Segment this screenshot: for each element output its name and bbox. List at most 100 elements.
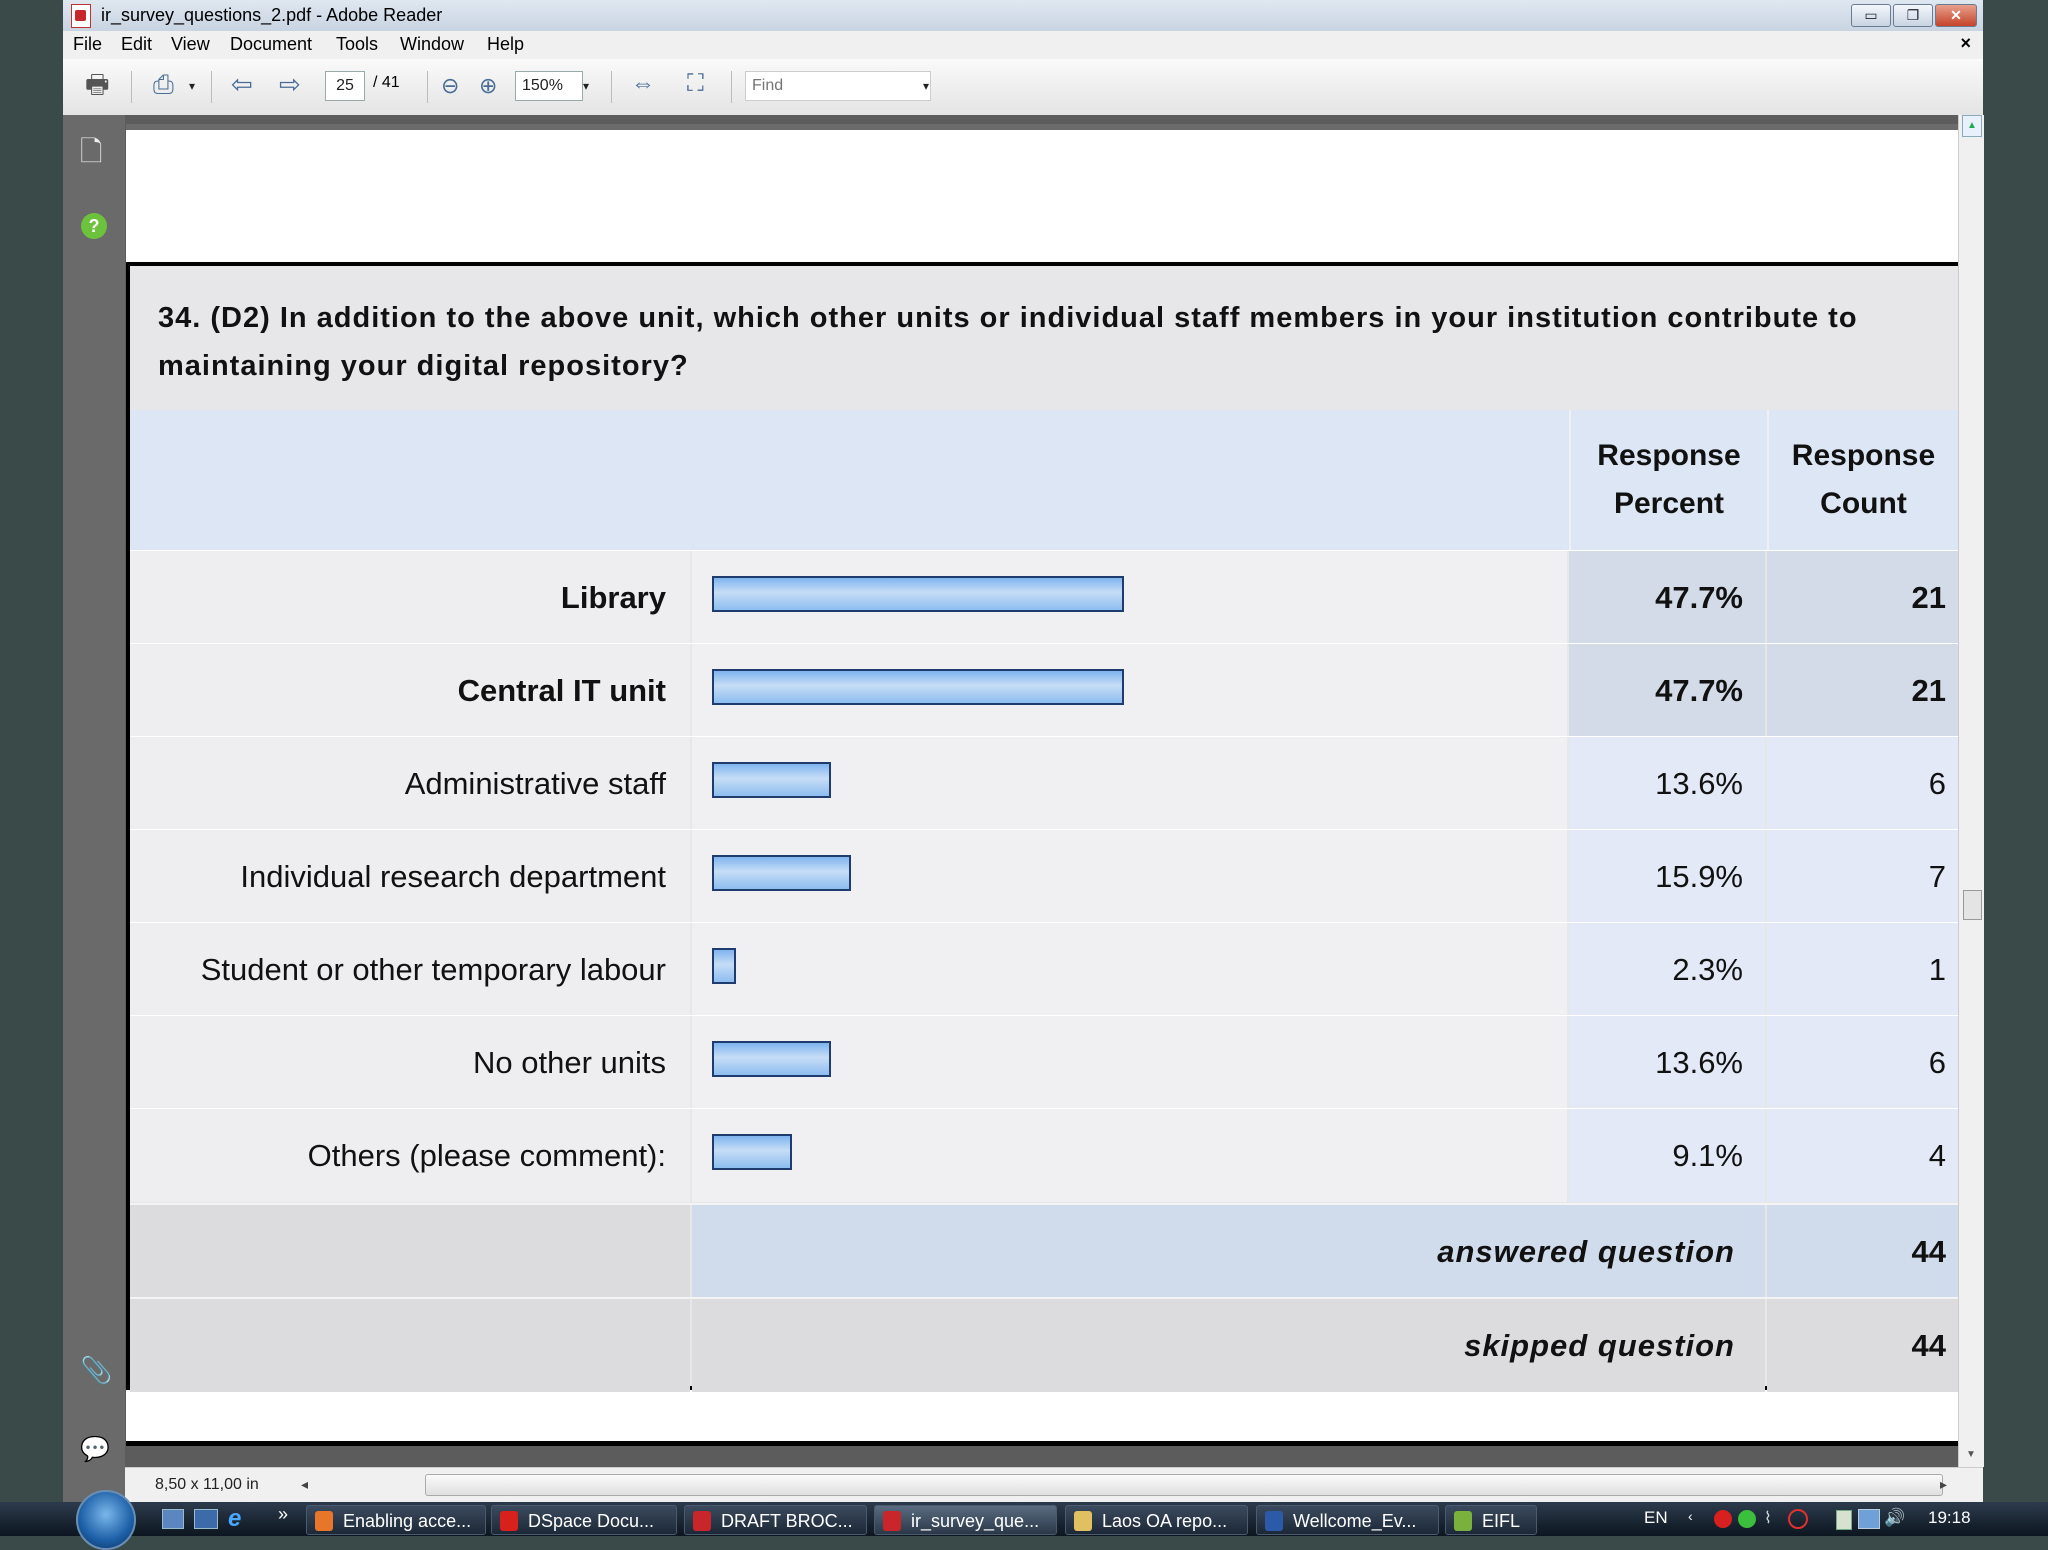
response-bar <box>712 948 736 984</box>
taskbar-button[interactable]: Laos OA repo... <box>1065 1505 1248 1535</box>
response-percent: 13.6% <box>1569 1016 1765 1109</box>
find-dropdown-icon[interactable]: ▾ <box>923 71 929 101</box>
show-desktop-icon[interactable] <box>162 1509 184 1529</box>
share-icon[interactable]: ⎙ <box>153 69 174 99</box>
taskbar-button-label: Wellcome_Ev... <box>1293 1511 1417 1531</box>
row-label: Others (please comment): <box>130 1109 690 1202</box>
blocked-tray-icon[interactable] <box>1788 1509 1808 1529</box>
table-header: Response Percent Response Count <box>130 410 1958 550</box>
fit-width-icon[interactable]: ⇔ <box>631 69 655 99</box>
taskbar-button-label: DSpace Docu... <box>528 1511 655 1531</box>
quicklaunch-more-icon[interactable]: » <box>278 1504 288 1525</box>
comments-icon[interactable]: 💬 <box>80 1435 110 1464</box>
title-bar[interactable]: ir_survey_questions_2.pdf - Adobe Reader… <box>63 0 1983 31</box>
language-indicator[interactable]: EN <box>1644 1508 1668 1528</box>
survey-question-table: 34. (D2) In addition to the above unit, … <box>126 262 1958 1392</box>
fit-page-icon[interactable]: ⛶ <box>687 69 704 99</box>
clock[interactable]: 19:18 <box>1928 1508 1971 1528</box>
internet-explorer-icon[interactable]: e <box>228 1505 241 1533</box>
windows-taskbar: e » Enabling acce... DSpace Docu... DRAFT … <box>0 1490 2048 1550</box>
minimize-button[interactable]: ▭ <box>1851 4 1891 27</box>
horizontal-scroll-thumb[interactable] <box>425 1474 1943 1496</box>
wireless-tray-icon[interactable]: ⌇ <box>1764 1508 1772 1528</box>
opera-icon <box>500 1511 518 1531</box>
battery-tray-icon[interactable] <box>1836 1510 1852 1530</box>
pdf-icon <box>693 1511 711 1531</box>
previous-page-icon[interactable]: ⇦ <box>231 69 253 99</box>
firefox-icon <box>315 1511 333 1531</box>
taskbar-button[interactable]: EIFL <box>1445 1505 1537 1535</box>
vertical-scroll-thumb[interactable] <box>1963 890 1982 920</box>
taskbar-button[interactable]: Wellcome_Ev... <box>1256 1505 1439 1535</box>
menu-view[interactable]: View <box>171 34 210 55</box>
start-button[interactable] <box>76 1490 136 1550</box>
tray-expand-icon[interactable]: ‹ <box>1688 1508 1693 1524</box>
pdf-app-icon <box>71 4 91 28</box>
pages-icon[interactable]: 🗋 <box>80 131 103 179</box>
taskbar-button[interactable]: ir_survey_que... <box>874 1505 1057 1535</box>
answered-question-label: answered question <box>692 1205 1765 1298</box>
attachments-icon[interactable]: 📎 <box>80 1355 112 1386</box>
security-tray-icon[interactable] <box>1738 1510 1756 1528</box>
horizontal-scrollbar[interactable]: 8,50 x 11,00 in ◂ ▸ <box>125 1467 1983 1503</box>
chevron-down-icon[interactable]: ▾ <box>189 71 195 101</box>
find-input[interactable] <box>745 71 931 101</box>
response-bar <box>712 1041 831 1077</box>
table-row: Administrative staff 13.6% 6 <box>130 736 1958 830</box>
next-page-icon[interactable]: ⇨ <box>279 69 301 99</box>
zoom-in-icon[interactable]: ⊕ <box>479 71 497 101</box>
zoom-level-field[interactable]: 150% <box>515 71 583 101</box>
menu-window[interactable]: Window <box>400 34 464 55</box>
row-label: Individual research department <box>130 830 690 923</box>
scroll-up-icon[interactable]: ▲ <box>1962 115 1982 137</box>
response-percent: 47.7% <box>1569 644 1765 737</box>
toolbar: 🖶 ⎙ ▾ ⇦ ⇨ / 41 ⊖ ⊕ 150% ▾ ⇔ ⛶ ▾ <box>63 59 1983 116</box>
response-percent: 9.1% <box>1569 1109 1765 1202</box>
window-title: ir_survey_questions_2.pdf - Adobe Reader <box>101 5 443 25</box>
antivirus-tray-icon[interactable] <box>1714 1510 1732 1528</box>
help-icon[interactable]: ? <box>81 213 107 239</box>
taskbar-button[interactable]: DRAFT BROC... <box>684 1505 867 1535</box>
scroll-right-icon[interactable]: ▸ <box>1940 1476 1947 1493</box>
row-label: No other units <box>130 1016 690 1109</box>
menu-edit[interactable]: Edit <box>121 34 152 55</box>
menu-bar: File Edit View Document Tools Window Hel… <box>63 31 1983 59</box>
zoom-out-icon[interactable]: ⊖ <box>441 71 459 101</box>
response-count: 6 <box>1767 737 1958 830</box>
taskbar-button-label: DRAFT BROC... <box>721 1511 853 1531</box>
table-row: No other units 13.6% 6 <box>130 1015 1958 1109</box>
response-count: 6 <box>1767 1016 1958 1109</box>
volume-icon[interactable]: 🔊 <box>1884 1508 1905 1528</box>
menu-tools[interactable]: Tools <box>336 34 378 55</box>
menu-file[interactable]: File <box>73 34 102 55</box>
page-number-input[interactable] <box>325 71 365 101</box>
taskbar-button[interactable]: DSpace Docu... <box>491 1505 677 1535</box>
response-count: 7 <box>1767 830 1958 923</box>
response-bar <box>712 1134 792 1170</box>
table-row: Individual research department 15.9% 7 <box>130 829 1958 923</box>
menu-document[interactable]: Document <box>230 34 312 55</box>
restore-button[interactable]: ❐ <box>1893 4 1933 27</box>
document-close-button[interactable]: × <box>1960 33 1971 54</box>
bar-cell <box>692 923 1567 1016</box>
response-percent: 15.9% <box>1569 830 1765 923</box>
response-count: 4 <box>1767 1109 1958 1202</box>
skipped-question-label: skipped question <box>692 1299 1765 1392</box>
row-label: Library <box>130 551 690 644</box>
scroll-down-icon[interactable]: ▼ <box>1962 1445 1980 1465</box>
scroll-left-icon[interactable]: ◂ <box>301 1476 308 1493</box>
close-button[interactable]: ✕ <box>1935 4 1977 27</box>
print-icon[interactable]: 🖶 <box>85 69 110 99</box>
response-count: 21 <box>1767 551 1958 644</box>
response-bar <box>712 855 851 891</box>
bar-cell <box>692 644 1567 737</box>
bar-cell <box>692 1016 1567 1109</box>
vertical-scrollbar[interactable]: ▲ ▼ <box>1958 115 1984 1467</box>
switch-windows-icon[interactable] <box>194 1509 218 1529</box>
zoom-dropdown-icon[interactable]: ▾ <box>583 71 589 101</box>
folder-icon <box>1074 1511 1092 1531</box>
network-tray-icon[interactable] <box>1858 1509 1880 1529</box>
row-label: Central IT unit <box>130 644 690 737</box>
taskbar-button[interactable]: Enabling acce... <box>306 1505 486 1535</box>
menu-help[interactable]: Help <box>487 34 524 55</box>
